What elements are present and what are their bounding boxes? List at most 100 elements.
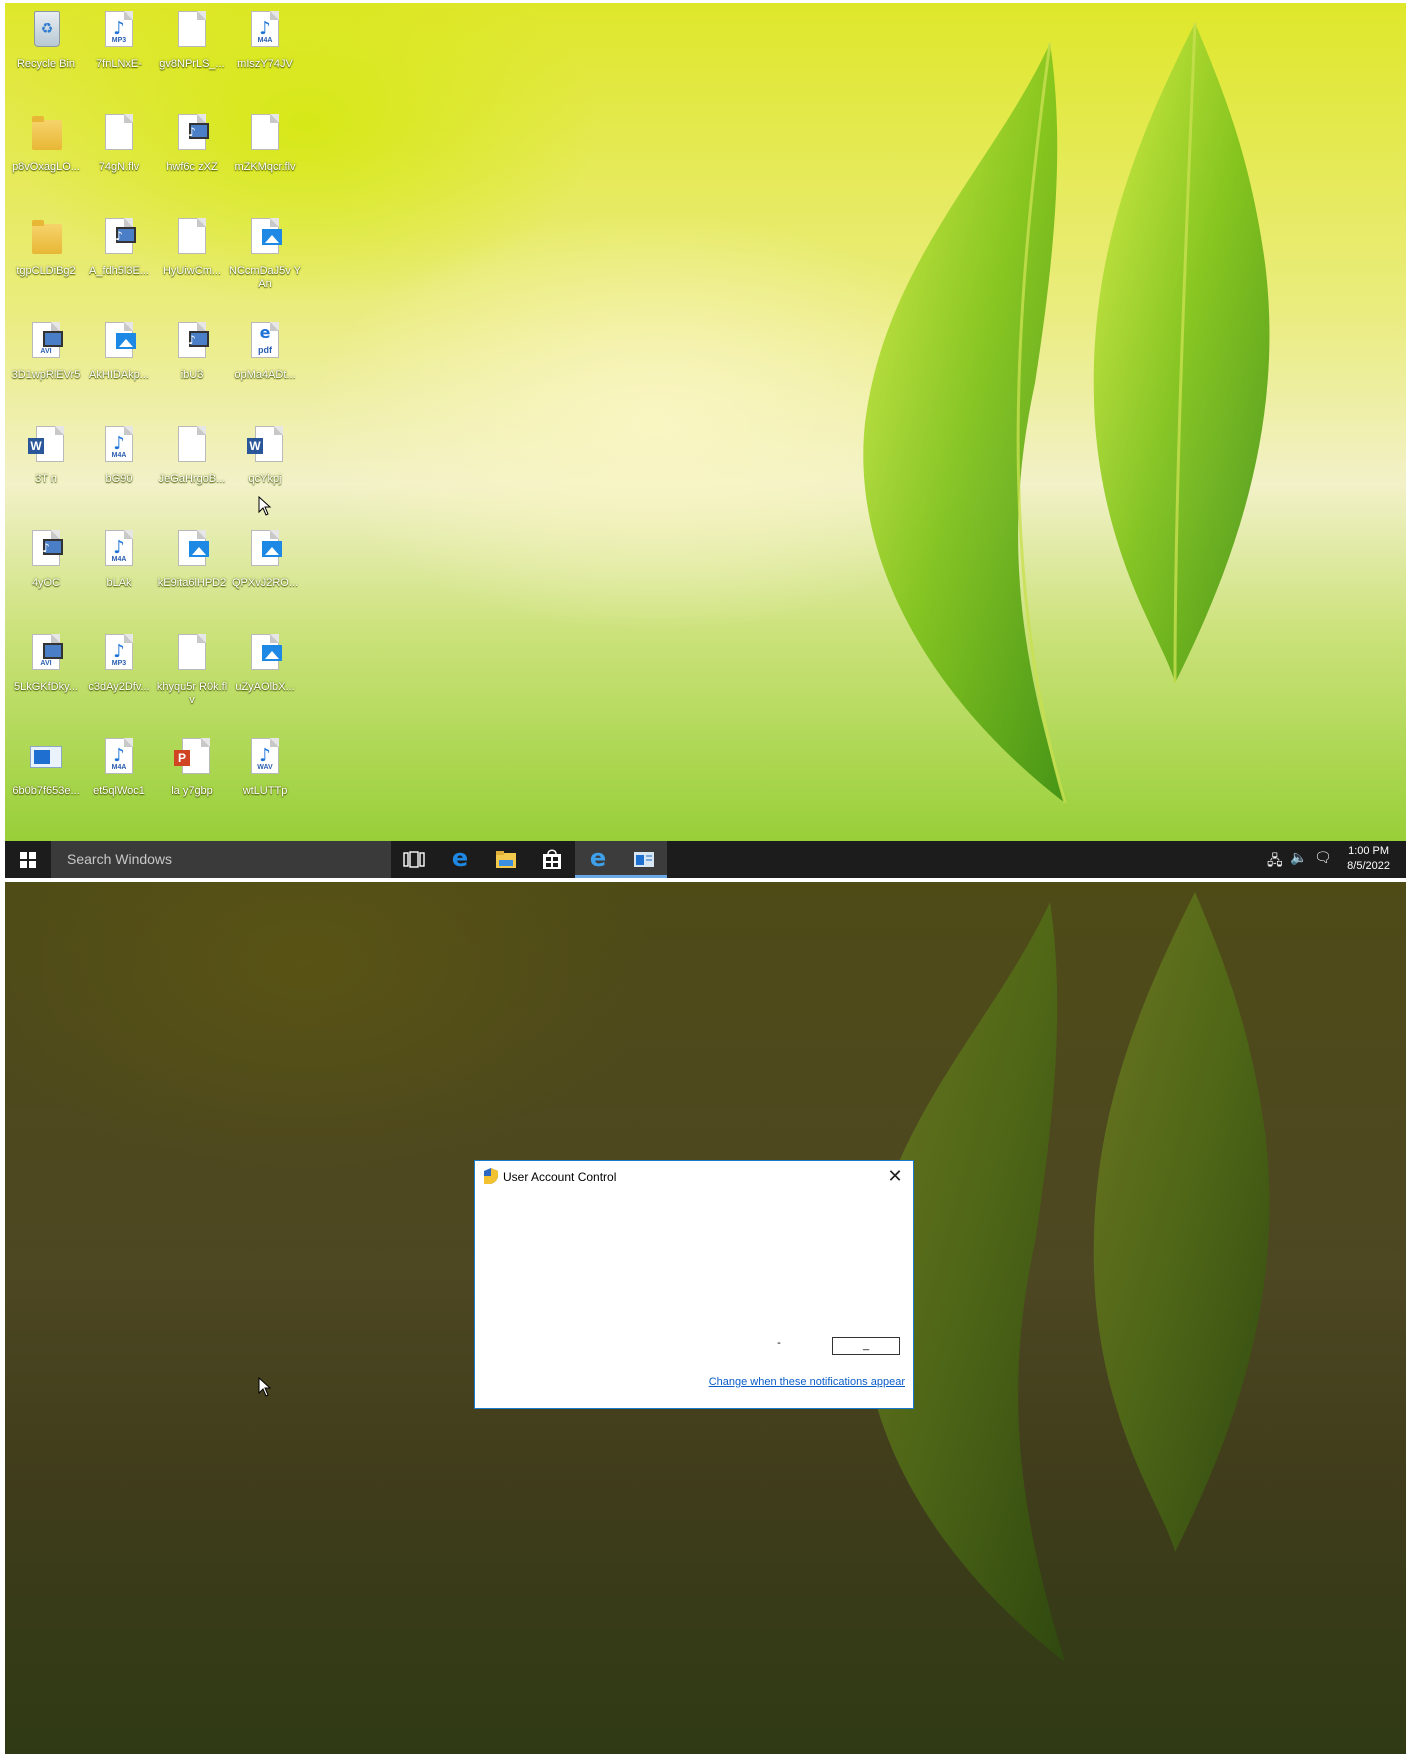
desktop-icon[interactable]: 74gN.flv bbox=[83, 106, 155, 196]
audio-file-icon: ♪ MP3 bbox=[99, 11, 139, 55]
task-view-button[interactable] bbox=[391, 841, 437, 878]
video-file-icon-part: AVI bbox=[40, 348, 52, 355]
ie-icon: e bbox=[589, 844, 607, 872]
desktop-icon[interactable]: uZyAOlbX... bbox=[229, 626, 301, 716]
image-file-icon-part bbox=[262, 645, 282, 661]
desktop-screen: ♻ Recycle Bin ♪ MP3 7fnLNxE-gv8NPrLS_... ♪ M4A… bbox=[5, 3, 1406, 878]
desktop-icon-label: uZyAOlbX... bbox=[235, 681, 295, 693]
desktop-icon-label: la y7gbp bbox=[171, 785, 213, 797]
video-file-icon-part bbox=[43, 331, 63, 347]
desktop-icon[interactable]: kE9ita6lHPD2 bbox=[156, 522, 228, 612]
desktop-icon[interactable]: ♪ A_fdh5l3E... bbox=[83, 210, 155, 300]
edge-button[interactable]: e bbox=[437, 841, 483, 878]
desktop-icon-label: NCcmDaJ5v YAn bbox=[229, 265, 301, 290]
video-file-icon-part: AVI bbox=[40, 660, 52, 667]
desktop-icon[interactable]: AVI 5LkGKfDky... bbox=[10, 626, 82, 716]
audio-file-icon-part: ♪ bbox=[113, 641, 125, 662]
audio-file-icon-part: MP3 bbox=[111, 660, 127, 667]
desktop-icon[interactable]: mZKMqcr.flv bbox=[229, 106, 301, 196]
video-file-icon-part: AVI bbox=[32, 634, 63, 670]
desktop-icon[interactable]: e pdf opMa4ADt... bbox=[229, 314, 301, 404]
application-icon bbox=[26, 738, 66, 782]
media-file-icon-part: ♪ bbox=[188, 125, 196, 139]
image-file-icon-part bbox=[251, 218, 282, 254]
desktop-icon[interactable]: JeGaHrgoB... bbox=[156, 418, 228, 508]
image-file-icon-part bbox=[262, 541, 282, 557]
close-icon[interactable]: ✕ bbox=[883, 1164, 907, 1188]
start-button[interactable] bbox=[5, 841, 51, 878]
mouse-cursor-icon bbox=[258, 1377, 272, 1397]
desktop-icon-label: HyUiwCm... bbox=[162, 265, 222, 277]
desktop-icon[interactable]: ♪ M4A mIszY74JV bbox=[229, 3, 301, 93]
image-file-icon-part bbox=[105, 322, 136, 358]
uac-button-primary[interactable]: _ bbox=[832, 1337, 900, 1355]
desktop-icon[interactable]: ♪ 4yOC bbox=[10, 522, 82, 612]
desktop-icon[interactable]: 6b0b7f653e... bbox=[10, 730, 82, 820]
folder-icon bbox=[26, 114, 66, 158]
video-file-icon: AVI bbox=[26, 634, 66, 678]
desktop-icon[interactable]: QPXvJ2RO... bbox=[229, 522, 301, 612]
desktop-icon[interactable]: p8vOxagLO... bbox=[10, 106, 82, 196]
desktop-icon[interactable]: NCcmDaJ5v YAn bbox=[229, 210, 301, 300]
blank-file-icon-part bbox=[178, 11, 206, 47]
desktop-icon-label: 6b0b7f653e... bbox=[12, 785, 80, 797]
desktop-icon[interactable]: khyqu5r R0k.flv bbox=[156, 626, 228, 716]
store-button[interactable] bbox=[529, 841, 575, 878]
desktop-icon-label: p8vOxagLO... bbox=[12, 161, 80, 173]
desktop-icon[interactable]: ♪ M4A bLAk bbox=[83, 522, 155, 612]
audio-file-icon-part: M4A bbox=[257, 37, 273, 44]
clock-date: 8/5/2022 bbox=[1347, 860, 1390, 872]
blank-file-icon bbox=[172, 634, 212, 678]
desktop-icon[interactable]: ♪ MP3 c3dAy2Dfv... bbox=[83, 626, 155, 716]
desktop-icon[interactable]: Pla y7gbp bbox=[156, 730, 228, 820]
desktop-icon[interactable]: WqcYkpj bbox=[229, 418, 301, 508]
media-file-icon: ♪ bbox=[99, 218, 139, 262]
image-file-icon bbox=[245, 218, 285, 262]
mouse-cursor-icon bbox=[258, 496, 272, 516]
folder-icon-part bbox=[32, 116, 62, 150]
audio-file-icon-part: ♪ M4A bbox=[105, 426, 133, 462]
clock[interactable]: 1:00 PM 8/5/2022 bbox=[1347, 844, 1390, 874]
desktop-icon[interactable]: tgpCLDiBg2 bbox=[10, 210, 82, 300]
recycle-bin-icon-part: ♻ bbox=[34, 11, 60, 47]
file-explorer-button[interactable] bbox=[483, 841, 529, 878]
desktop-icon[interactable]: ♪ hwf6c zXZ bbox=[156, 106, 228, 196]
desktop-icon-label: kE9ita6lHPD2 bbox=[157, 577, 227, 589]
desktop-icon[interactable]: HyUiwCm... bbox=[156, 210, 228, 300]
app-window-button[interactable] bbox=[621, 841, 667, 878]
audio-file-icon: ♪ M4A bbox=[99, 738, 139, 782]
blank-file-icon-part bbox=[105, 114, 133, 150]
audio-file-icon-part: MP3 bbox=[111, 37, 127, 44]
desktop-icon[interactable]: W 3T n bbox=[10, 418, 82, 508]
audio-file-icon-part: ♪ bbox=[113, 433, 125, 454]
desktop-icon[interactable]: ♻ Recycle Bin bbox=[10, 3, 82, 93]
volume-icon[interactable]: 🔈 bbox=[1290, 850, 1307, 866]
media-file-icon: ♪ bbox=[26, 530, 66, 574]
audio-file-icon: ♪ WAV bbox=[245, 738, 285, 782]
desktop-icon[interactable]: gv8NPrLS_... bbox=[156, 3, 228, 93]
desktop-icon-label: hwf6c zXZ bbox=[166, 161, 218, 173]
change-notifications-link[interactable]: Change when these notifications appear bbox=[709, 1376, 905, 1388]
image-file-icon-part bbox=[178, 530, 209, 566]
desktop-icon[interactable]: ♪ WAV wtLUTTp bbox=[229, 730, 301, 820]
desktop-icon[interactable]: AkHIDAkp... bbox=[83, 314, 155, 404]
pdf-file-icon: e pdf bbox=[245, 322, 285, 366]
audio-file-icon-part: M4A bbox=[111, 556, 127, 563]
desktop-icon-label: bLAk bbox=[106, 577, 132, 589]
audio-file-icon-part: ♪ bbox=[113, 18, 125, 39]
uac-dialog: User Account Control ✕ - _ Change when t… bbox=[474, 1160, 914, 1409]
desktop-icon[interactable]: ♪ ibU3 bbox=[156, 314, 228, 404]
desktop-icon[interactable]: ♪ MP3 7fnLNxE- bbox=[83, 3, 155, 93]
uac-button-secondary[interactable]: - bbox=[771, 1337, 787, 1351]
window-icon bbox=[634, 852, 654, 867]
audio-file-icon-part: M4A bbox=[111, 764, 127, 771]
network-icon[interactable]: 🖧 bbox=[1267, 850, 1283, 874]
desktop-icon-label: 4yOC bbox=[31, 577, 61, 589]
blank-file-icon bbox=[245, 114, 285, 158]
desktop-icon[interactable]: ♪ M4A bG90 bbox=[83, 418, 155, 508]
desktop-icon[interactable]: AVI 3D1wpRlEVr5 bbox=[10, 314, 82, 404]
taskbar-search-box[interactable]: Search Windows bbox=[51, 841, 391, 878]
internet-explorer-button[interactable]: e bbox=[575, 841, 621, 878]
action-center-icon[interactable]: 🗨 bbox=[1314, 850, 1332, 866]
desktop-icon[interactable]: ♪ M4A et5qlWoc1 bbox=[83, 730, 155, 820]
